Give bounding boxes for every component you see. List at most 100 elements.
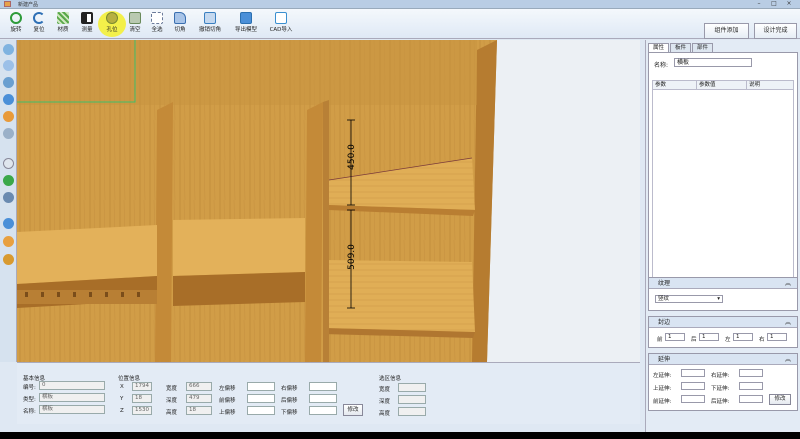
refresh-icon[interactable] bbox=[3, 175, 14, 186]
id-label: 编号: bbox=[23, 385, 36, 391]
position-modify-button[interactable]: 修改 bbox=[343, 404, 363, 416]
edge-header[interactable]: 封边 ︽ bbox=[649, 317, 797, 328]
edge-back-input[interactable]: 1 bbox=[699, 333, 719, 341]
height-field[interactable]: 18 bbox=[186, 406, 212, 415]
eye-icon[interactable] bbox=[3, 94, 14, 105]
clear-button[interactable]: 清空 bbox=[124, 11, 146, 37]
texture-select[interactable]: 竖纹 ▾ bbox=[655, 295, 723, 303]
design-complete-button[interactable]: 设计完成 bbox=[754, 23, 797, 39]
collapse-icon[interactable]: ︽ bbox=[785, 278, 791, 289]
cut-corner-button[interactable]: 切角 bbox=[169, 11, 191, 37]
undo-cut-icon bbox=[204, 12, 216, 24]
sel-width-field[interactable] bbox=[398, 383, 426, 392]
hole-icon bbox=[106, 12, 118, 24]
tab-parts[interactable]: 部件 bbox=[692, 43, 714, 52]
export-model-button[interactable]: 导出模型 bbox=[231, 11, 261, 37]
rotate-button[interactable]: 旋转 bbox=[5, 11, 27, 37]
tab-board[interactable]: 板件 bbox=[670, 43, 692, 52]
edge-front-input[interactable]: 1 bbox=[665, 333, 685, 341]
measure-icon bbox=[81, 12, 93, 24]
collapse-icon[interactable]: ︽ bbox=[785, 317, 791, 328]
type-label: 类型: bbox=[23, 397, 36, 403]
sel-depth-field[interactable] bbox=[398, 395, 426, 404]
extend-top-label: 上延伸: bbox=[653, 386, 672, 392]
edge-right-input[interactable]: 1 bbox=[767, 333, 787, 341]
extend-bottom-input[interactable] bbox=[739, 382, 763, 390]
bottom-offset-input[interactable] bbox=[309, 406, 337, 415]
edge-back-label: 后 bbox=[691, 337, 697, 343]
cad-import-icon bbox=[275, 12, 287, 24]
back-offset-label: 后偏移 bbox=[281, 398, 298, 404]
maximize-icon[interactable]: □ bbox=[767, 0, 781, 8]
extend-left-input[interactable] bbox=[681, 369, 705, 377]
left-toolbar bbox=[0, 40, 17, 362]
extend-right-input[interactable] bbox=[739, 369, 763, 377]
extend-left-label: 左延伸: bbox=[653, 373, 672, 379]
extend-top-input[interactable] bbox=[681, 382, 705, 390]
edge-left-input[interactable]: 1 bbox=[733, 333, 753, 341]
left-offset-input[interactable] bbox=[247, 382, 275, 391]
name-input[interactable]: 横板 bbox=[674, 58, 752, 67]
property-tabs: 属性 板件 部件 bbox=[648, 43, 714, 52]
x-label: X bbox=[120, 384, 124, 390]
hand-icon[interactable] bbox=[3, 158, 14, 169]
texture-header[interactable]: 纹理 ︽ bbox=[649, 278, 797, 289]
reset-button[interactable]: 复位 bbox=[28, 11, 50, 37]
extend-front-input[interactable] bbox=[681, 395, 705, 403]
top-offset-input[interactable] bbox=[247, 406, 275, 415]
collapse-icon[interactable]: ︽ bbox=[785, 354, 791, 365]
column-header: 说明 bbox=[749, 82, 761, 88]
extend-header[interactable]: 延伸 ︽ bbox=[649, 354, 797, 365]
sel-height-label: 高度 bbox=[379, 411, 391, 417]
undo-cut-button[interactable]: 撤销切角 bbox=[196, 11, 224, 37]
name-field[interactable]: 横板 bbox=[39, 405, 105, 414]
sel-width-label: 宽度 bbox=[379, 387, 391, 393]
add-component-button[interactable]: 组件添加 bbox=[704, 23, 749, 39]
id-field[interactable]: 0 bbox=[39, 381, 105, 390]
view-side-icon[interactable] bbox=[3, 77, 14, 88]
3d-viewport[interactable]: 450.0 509.0 bbox=[17, 40, 640, 362]
y-label: Y bbox=[120, 396, 124, 402]
view-top-icon[interactable] bbox=[3, 60, 14, 71]
app-window: 新建产品 – □ × 旋转 复位 材质 测量 孔位 清空 全选 切角 撤销切角 … bbox=[0, 0, 800, 432]
right-offset-label: 右偏移 bbox=[281, 386, 298, 392]
front-offset-input[interactable] bbox=[247, 394, 275, 403]
parameter-grid[interactable]: 参数 参数值 说明 bbox=[652, 80, 794, 305]
back-offset-input[interactable] bbox=[309, 394, 337, 403]
depth-field[interactable]: 479 bbox=[186, 394, 212, 403]
z-field[interactable]: 1530 bbox=[132, 406, 152, 415]
view-front-icon[interactable] bbox=[3, 44, 14, 55]
depth-label: 深度 bbox=[166, 398, 178, 404]
select-all-button[interactable]: 全选 bbox=[146, 11, 168, 37]
measure-button[interactable]: 测量 bbox=[76, 11, 98, 37]
type-field[interactable]: 横板 bbox=[39, 393, 105, 402]
info-panel: 基本信息 编号: 0 类型: 横板 名称: 横板 位置信息 X 1794 Y 1… bbox=[17, 362, 640, 424]
close-icon[interactable]: × bbox=[782, 0, 796, 8]
extend-modify-button[interactable]: 修改 bbox=[769, 394, 791, 405]
right-offset-input[interactable] bbox=[309, 382, 337, 391]
minimize-icon[interactable]: – bbox=[752, 0, 766, 8]
palette-icon[interactable] bbox=[3, 236, 14, 247]
left-offset-label: 左偏移 bbox=[219, 386, 236, 392]
wireframe-icon[interactable] bbox=[3, 128, 14, 139]
undo-icon[interactable] bbox=[3, 192, 14, 203]
extend-back-input[interactable] bbox=[739, 395, 763, 403]
window-title: 新建产品 bbox=[18, 2, 39, 8]
width-field[interactable]: 666 bbox=[186, 382, 212, 391]
y-field[interactable]: 18 bbox=[132, 394, 152, 403]
sel-height-field[interactable] bbox=[398, 407, 426, 416]
width-label: 宽度 bbox=[166, 386, 178, 392]
dimension-label-upper: 450.0 bbox=[346, 144, 357, 170]
layers-icon[interactable] bbox=[3, 218, 14, 229]
color-icon[interactable] bbox=[3, 111, 14, 122]
extend-section: 延伸 ︽ 左延伸: 右延伸: 上延伸: 下延伸: 前延伸: 后延伸: 修改 bbox=[648, 353, 798, 411]
cad-import-button[interactable]: CAD导入 bbox=[266, 11, 296, 37]
cabinet-icon[interactable] bbox=[3, 254, 14, 265]
texture-button[interactable]: 材质 bbox=[52, 11, 74, 37]
tab-properties[interactable]: 属性 bbox=[648, 43, 670, 52]
hole-button[interactable]: 孔位 bbox=[98, 11, 126, 37]
extend-right-label: 右延伸: bbox=[711, 373, 730, 379]
x-field[interactable]: 1794 bbox=[132, 382, 152, 391]
height-label: 高度 bbox=[166, 410, 178, 416]
texture-icon bbox=[57, 12, 69, 24]
